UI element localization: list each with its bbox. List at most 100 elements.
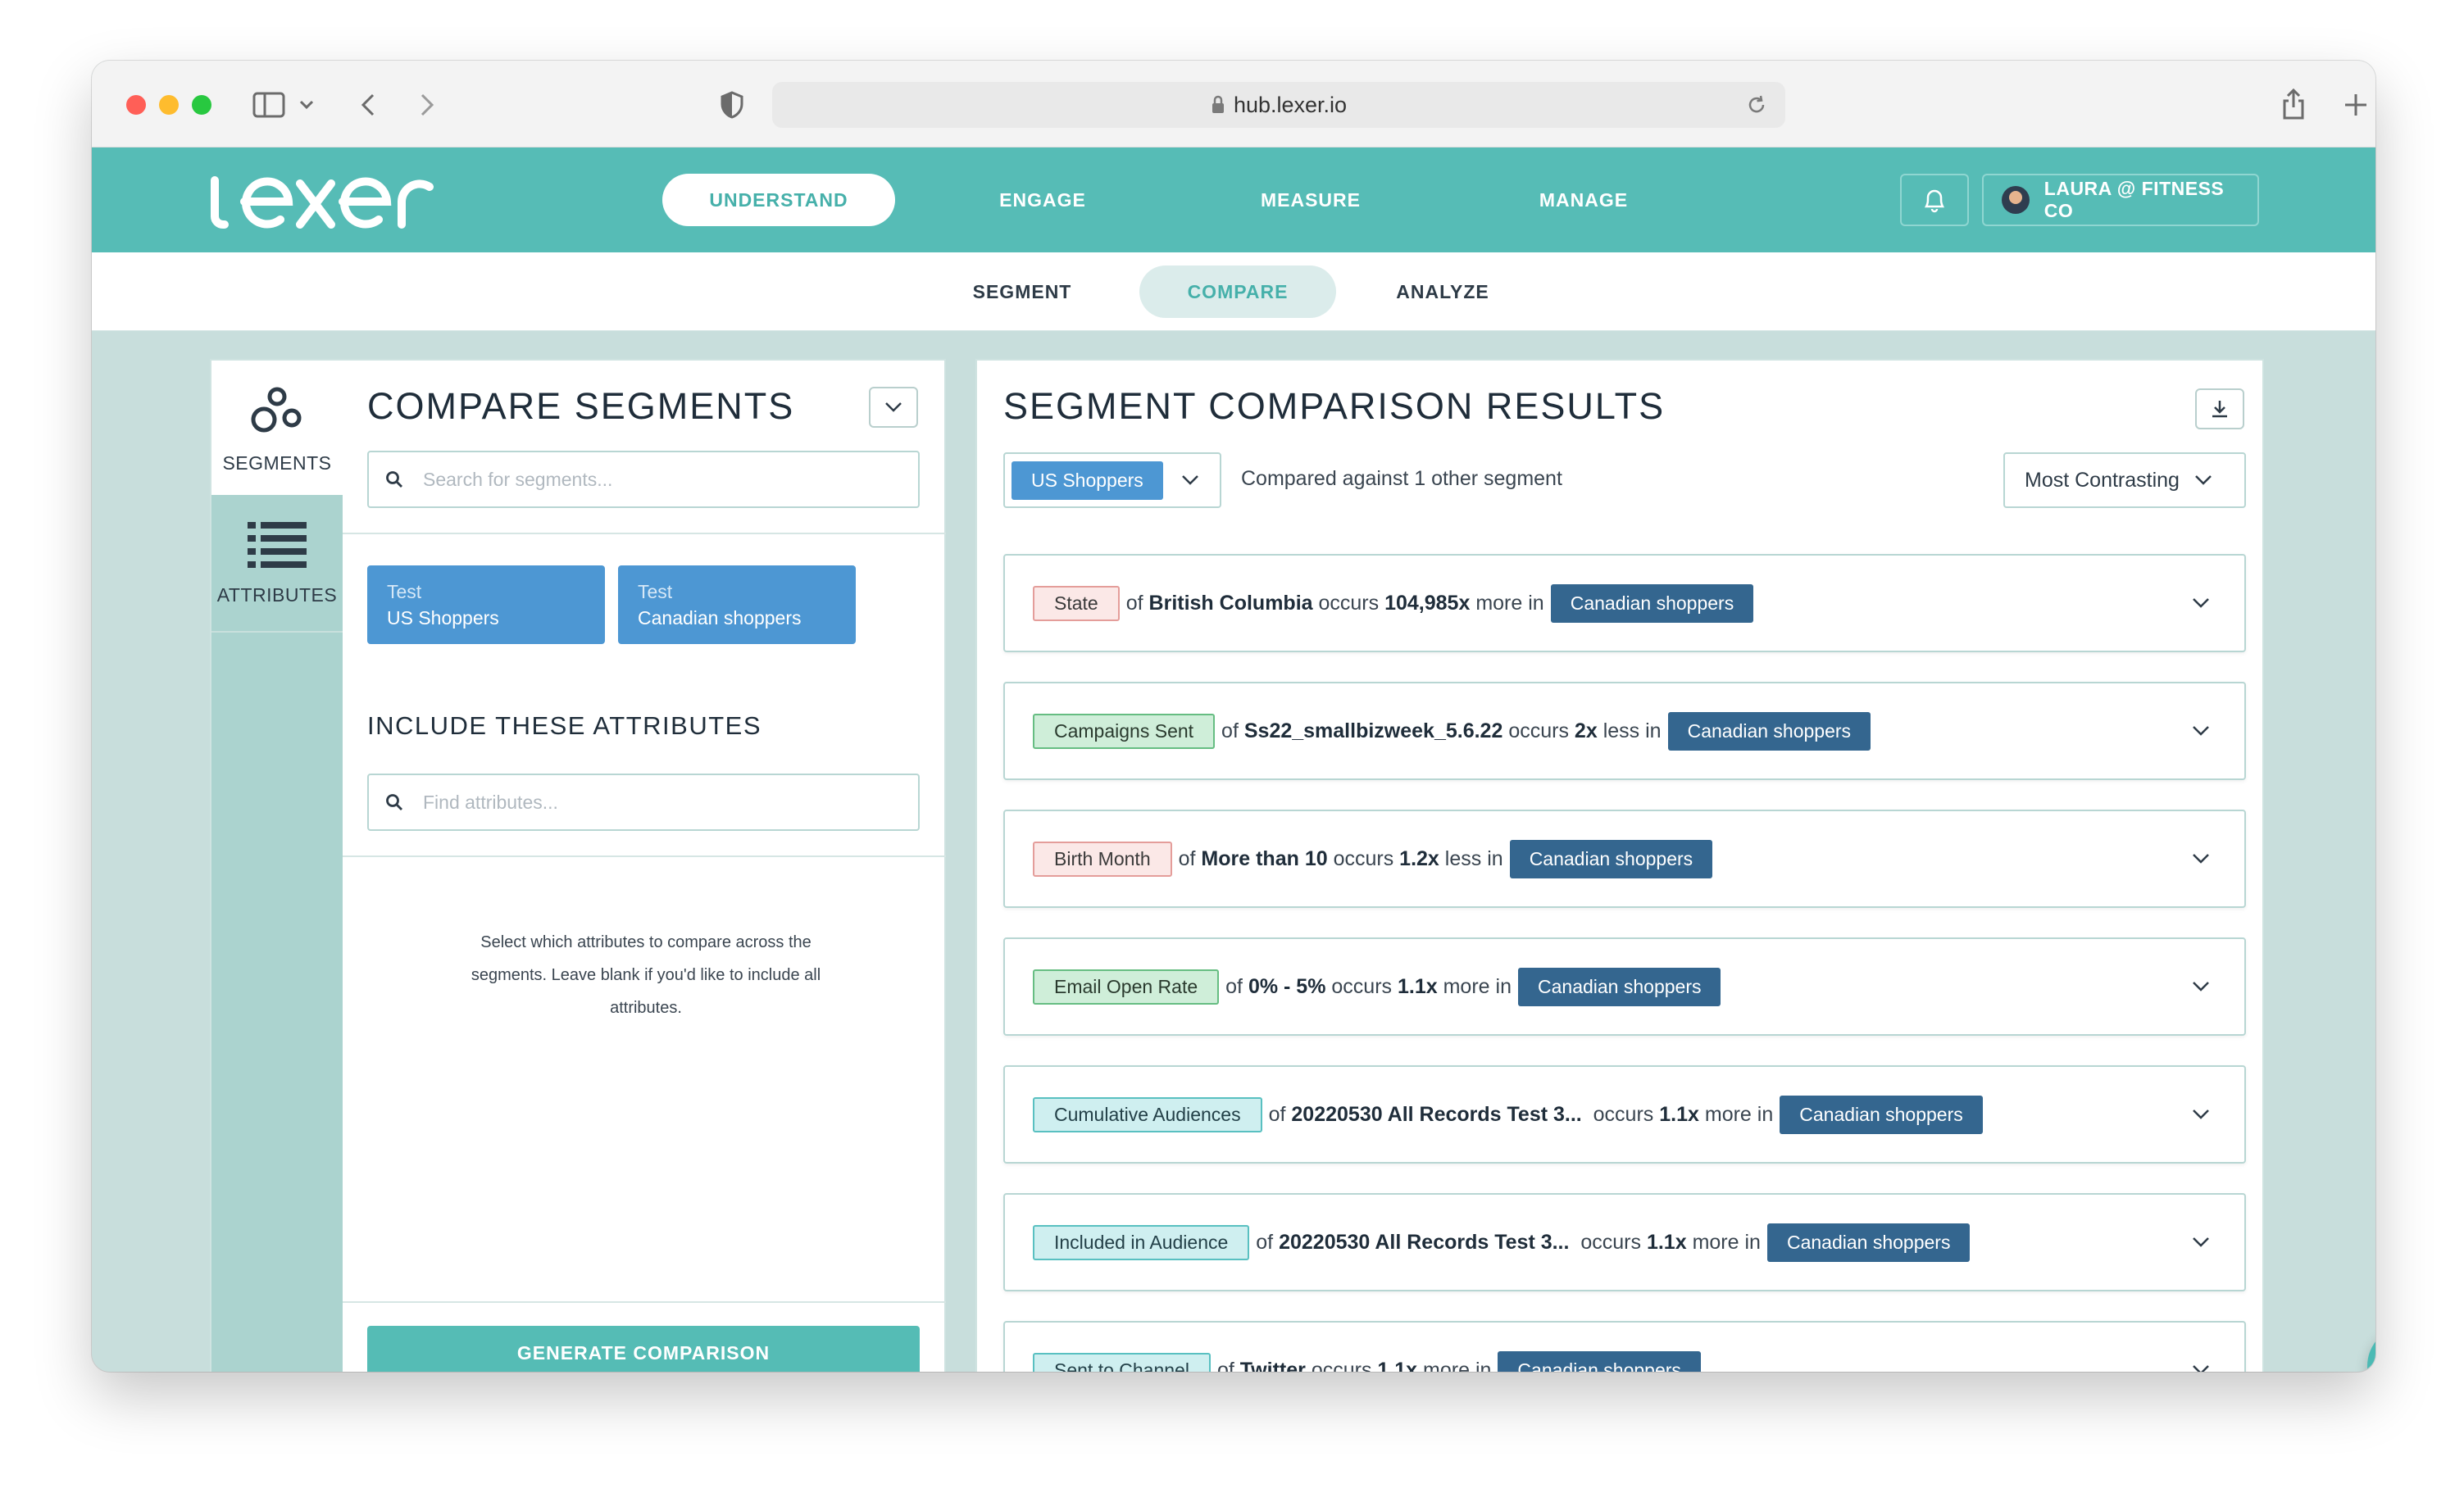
target-segment-badge: Canadian shoppers [1667, 711, 1871, 751]
target-segment-badge: Canadian shoppers [1780, 1095, 1983, 1134]
chevron-down-icon[interactable] [2192, 1237, 2210, 1248]
zoom-window-button[interactable] [192, 95, 211, 115]
attribute-tag: Campaigns Sent [1033, 713, 1216, 749]
attribute-search[interactable] [367, 774, 920, 831]
direction: less [1444, 846, 1482, 870]
panel-side-rail: SEGMENTS ATTRIBUTES [211, 361, 343, 1372]
attribute-search-input[interactable] [423, 791, 882, 814]
compared-against-text: Compared against 1 other segment [1241, 467, 1562, 490]
comparison-results-panel: SEGMENT COMPARISON RESULTS US Shoppers C… [975, 359, 2264, 1372]
new-tab-icon[interactable] [2341, 90, 2371, 120]
account-button[interactable]: LAURA @ FITNESS CO [1982, 174, 2259, 226]
rail-segments[interactable]: SEGMENTS [211, 361, 343, 495]
occurs-word: occurs [1331, 974, 1393, 998]
segment-chip-us[interactable]: Test US Shoppers [367, 565, 605, 644]
chevron-down-icon[interactable] [2192, 853, 2210, 864]
minimize-window-button[interactable] [159, 95, 179, 115]
chevron-down-icon[interactable] [2192, 1109, 2210, 1120]
divider [343, 533, 946, 534]
rail-attributes[interactable]: ATTRIBUTES [211, 495, 343, 633]
of-word: of [1225, 974, 1243, 998]
chevron-down-icon [885, 402, 902, 412]
tab-segment[interactable]: SEGMENT [961, 265, 1084, 318]
direction: more [1475, 591, 1523, 615]
address-bar[interactable]: hub.lexer.io [772, 82, 1785, 128]
privacy-shield-icon[interactable] [718, 90, 746, 120]
direction: more [1423, 1358, 1470, 1373]
back-icon[interactable] [356, 90, 380, 120]
nav-measure[interactable]: MEASURE [1233, 174, 1389, 226]
chat-launcher-button[interactable] [2367, 1326, 2375, 1372]
in-word: in [1645, 719, 1662, 742]
chevron-down-icon[interactable] [2192, 1364, 2210, 1372]
share-icon[interactable] [2279, 87, 2308, 121]
sidebar-toggle-icon[interactable] [252, 90, 285, 120]
forward-icon[interactable] [415, 90, 439, 120]
result-card[interactable]: Cumulative Audiences of 20220530 All Rec… [1003, 1065, 2246, 1164]
list-icon [248, 521, 307, 568]
result-card[interactable]: Email Open Rate of 0% - 5% occurs 1.1x m… [1003, 937, 2246, 1036]
download-button[interactable] [2195, 388, 2244, 429]
lexer-logo[interactable] [207, 172, 436, 238]
chevron-down-icon[interactable] [297, 93, 316, 116]
chevron-down-icon[interactable] [2192, 725, 2210, 737]
segment-search[interactable] [367, 451, 920, 508]
occurs-word: occurs [1593, 1102, 1654, 1126]
result-card[interactable]: Birth Month of More than 10 occurs 1.2x … [1003, 810, 2246, 908]
direction: more [1692, 1230, 1739, 1254]
sub-navigation: SEGMENT COMPARE ANALYZE [92, 252, 2375, 331]
download-icon [2212, 401, 2227, 418]
segments-icon [251, 387, 302, 432]
browser-window: hub.lexer.io UNDERSTAND ENGAGE MEASURE M [92, 61, 2375, 1372]
sort-label: Most Contrasting [2025, 468, 2180, 492]
nav-manage[interactable]: MANAGE [1510, 174, 1657, 226]
target-segment-badge: Canadian shoppers [1509, 839, 1713, 878]
attribute-tag: Email Open Rate [1033, 969, 1220, 1005]
sort-select[interactable]: Most Contrasting [2003, 452, 2246, 508]
rail-segments-label: SEGMENTS [222, 452, 332, 474]
factor: 1.1x [1646, 1230, 1687, 1254]
attribute-tag: Sent to Channel [1033, 1352, 1211, 1372]
result-card[interactable]: State of British Columbia occurs 104,985… [1003, 554, 2246, 652]
factor: 104,985x [1384, 591, 1471, 615]
attribute-value: British Columbia [1148, 591, 1313, 615]
segment-search-input[interactable] [423, 468, 882, 491]
result-card[interactable]: Sent to Channel of Twitter occurs 1.1x m… [1003, 1321, 2246, 1372]
factor: 1.2x [1399, 846, 1439, 870]
url-text: hub.lexer.io [1233, 92, 1348, 117]
tab-analyze[interactable]: ANALYZE [1385, 265, 1500, 318]
result-card[interactable]: Campaigns Sent of Ss22_smallbizweek_5.6.… [1003, 682, 2246, 780]
attribute-tag: Cumulative Audiences [1033, 1096, 1262, 1132]
nav-engage[interactable]: ENGAGE [977, 174, 1108, 226]
target-segment-badge: Canadian shoppers [1518, 967, 1721, 1006]
reload-icon[interactable] [1746, 94, 1767, 116]
occurs-word: occurs [1311, 1358, 1372, 1373]
notifications-button[interactable] [1900, 174, 1969, 226]
tab-compare[interactable]: COMPARE [1139, 265, 1336, 318]
avatar [2002, 186, 2030, 214]
collapse-button[interactable] [869, 387, 918, 428]
target-segment-badge: Canadian shoppers [1498, 1350, 1701, 1372]
target-segment-badge: Canadian shoppers [1766, 1223, 1971, 1262]
chevron-down-icon[interactable] [2192, 981, 2210, 992]
chevron-down-icon[interactable] [2192, 597, 2210, 609]
lock-icon [1212, 95, 1224, 113]
direction: more [1443, 974, 1490, 998]
nav-understand[interactable]: UNDERSTAND [662, 174, 895, 226]
results-title: SEGMENT COMPARISON RESULTS [1003, 385, 1666, 427]
of-word: of [1268, 1102, 1286, 1126]
result-card[interactable]: Included in Audience of 20220530 All Rec… [1003, 1193, 2246, 1291]
app-header: UNDERSTAND ENGAGE MEASURE MANAGE LAURA @… [92, 147, 2375, 252]
factor: 1.1x [1659, 1102, 1699, 1126]
occurs-word: occurs [1580, 1230, 1641, 1254]
close-window-button[interactable] [126, 95, 146, 115]
generate-comparison-button[interactable]: GENERATE COMPARISON [367, 1326, 920, 1372]
segment-chip-canada[interactable]: Test Canadian shoppers [618, 565, 856, 644]
segment-chip-label: Test [638, 581, 673, 602]
factor: 1.1x [1377, 1358, 1418, 1373]
chevron-down-icon [2195, 475, 2212, 485]
direction: more [1704, 1102, 1752, 1126]
segment-select[interactable]: US Shoppers [1003, 452, 1221, 508]
attribute-value: 0% - 5% [1248, 974, 1326, 998]
chevron-down-icon [1181, 475, 1198, 485]
